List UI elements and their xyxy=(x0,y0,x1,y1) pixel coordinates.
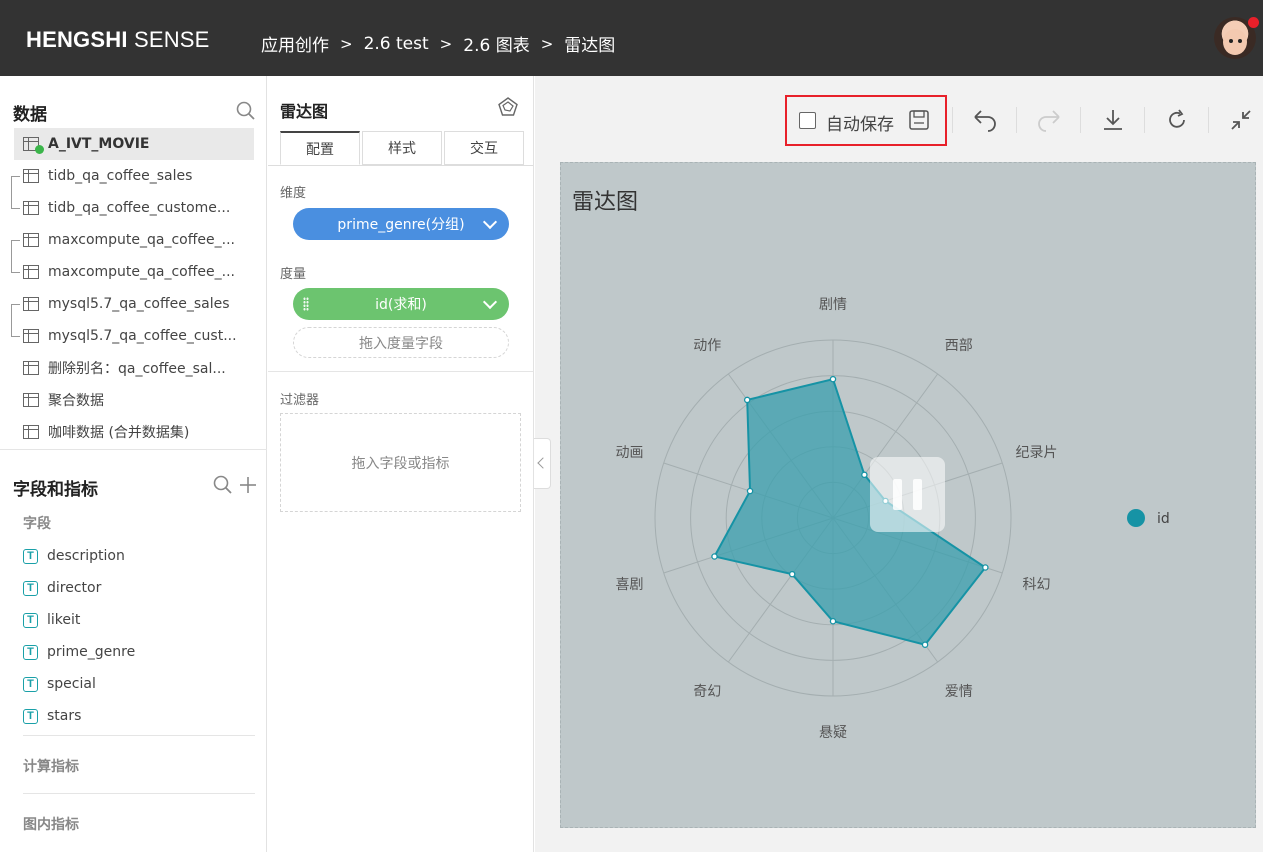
radar-axis-label: 悬疑 xyxy=(819,725,847,741)
radar-data-point[interactable] xyxy=(711,553,718,560)
radar-data-point[interactable] xyxy=(743,396,751,404)
radar-data-point[interactable] xyxy=(829,375,837,383)
radar-axis-label: 剧情 xyxy=(819,297,847,313)
legend-swatch[interactable] xyxy=(1127,509,1145,527)
radar-axis-label: 喜剧 xyxy=(615,577,643,593)
radar-data-point[interactable] xyxy=(861,471,868,479)
radar-data-point[interactable] xyxy=(829,617,837,625)
radar-data-point[interactable] xyxy=(746,487,754,495)
radar-axis-label: 奇幻 xyxy=(693,683,721,700)
radar-axis-label: 纪录片 xyxy=(1016,445,1058,461)
radar-data-point[interactable] xyxy=(788,570,796,578)
legend-label[interactable]: id xyxy=(1157,511,1170,527)
pause-icon[interactable] xyxy=(870,457,945,532)
radar-data-point[interactable] xyxy=(982,564,989,571)
radar-axis-label: 科幻 xyxy=(1023,577,1051,593)
radar-axis-label: 动作 xyxy=(693,338,721,354)
radar-axis-label: 爱情 xyxy=(945,684,973,700)
radar-chart[interactable]: 剧情西部纪录片科幻爱情悬疑 奇幻 喜剧 动画 动作 id xyxy=(0,0,1263,852)
radar-axis-label: 动画 xyxy=(615,445,643,461)
radar-axis-label: 西部 xyxy=(945,338,973,354)
radar-data-point[interactable] xyxy=(921,641,929,648)
